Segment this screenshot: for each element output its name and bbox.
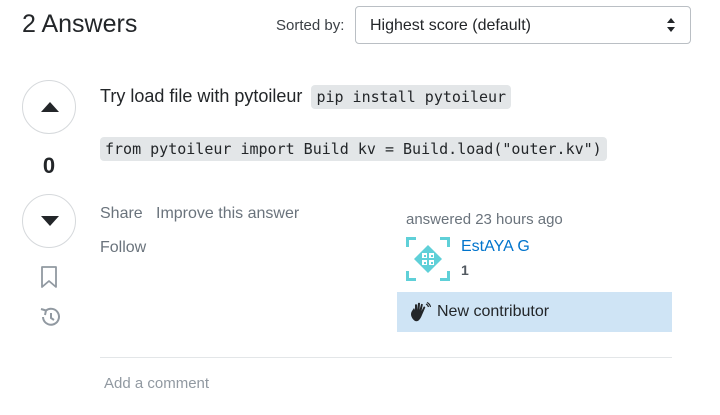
- share-link[interactable]: Share: [100, 205, 143, 223]
- waving-hand-icon: [411, 302, 431, 322]
- arrow-up-icon: [41, 102, 59, 112]
- answers-header: 2 Answers Sorted by: Highest score (defa…: [0, 0, 720, 60]
- add-comment-link[interactable]: Add a comment: [104, 375, 209, 392]
- new-contributor-badge[interactable]: New contributor: [397, 292, 672, 332]
- sort-select-value: Highest score (default): [370, 17, 531, 34]
- answered-time[interactable]: answered 23 hours ago: [406, 211, 563, 228]
- arrow-down-icon: [41, 216, 59, 226]
- comments-divider: [100, 357, 672, 358]
- upvote-button[interactable]: [22, 80, 76, 134]
- user-name-link[interactable]: EstAYA G: [461, 238, 530, 256]
- answer-body: Try load file with pytoileur pip install…: [100, 85, 512, 109]
- downvote-button[interactable]: [22, 194, 76, 248]
- select-caret-icon: [667, 18, 675, 32]
- vote-count: 0: [42, 153, 56, 178]
- bookmark-icon[interactable]: [40, 266, 58, 288]
- code-block: from pytoileur import Build kv = Build.l…: [100, 137, 607, 161]
- sort-label: Sorted by:: [276, 17, 345, 34]
- new-contributor-label: New contributor: [437, 303, 550, 320]
- follow-link[interactable]: Follow: [100, 239, 146, 257]
- history-icon[interactable]: [38, 305, 62, 329]
- answer-text: Try load file with pytoileur: [100, 86, 303, 106]
- user-reputation: 1: [461, 262, 469, 278]
- answers-count-title: 2 Answers: [22, 10, 138, 38]
- identicon-avatar[interactable]: [406, 237, 450, 281]
- sort-select[interactable]: Highest score (default): [355, 6, 691, 44]
- improve-answer-link[interactable]: Improve this answer: [156, 205, 299, 223]
- inline-code: pip install pytoileur: [311, 85, 512, 109]
- code-block-text: from pytoileur import Build kv = Build.l…: [100, 137, 607, 161]
